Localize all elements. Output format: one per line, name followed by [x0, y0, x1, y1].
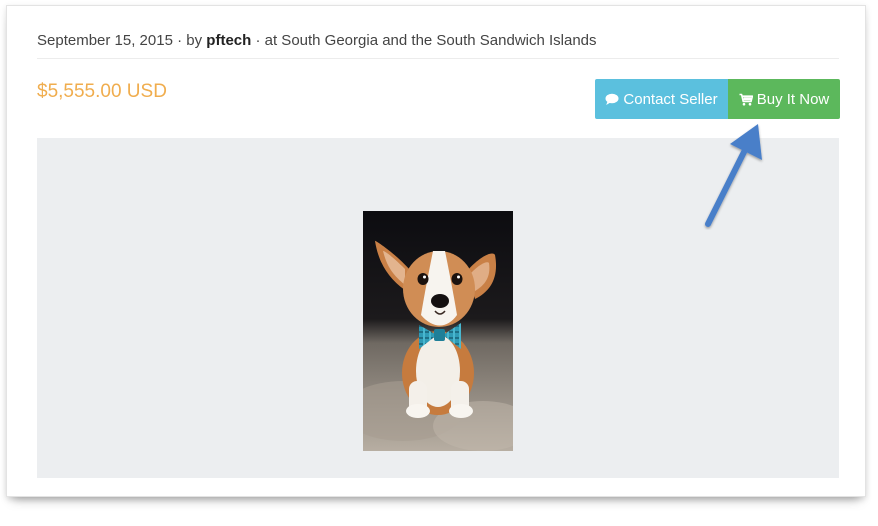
listing-meta: September 15, 2015 · by pftech · at Sout…	[37, 32, 597, 49]
buy-it-now-label: Buy It Now	[756, 90, 830, 108]
annotation-arrow-icon	[705, 124, 762, 227]
listing-date: September 15, 2015	[37, 32, 173, 49]
listing-actions: Contact Seller Buy It Now	[595, 79, 840, 119]
corgi-puppy-photo[interactable]	[363, 211, 513, 451]
screenshot-stage: September 15, 2015 · by pftech · at Sout…	[0, 0, 878, 526]
chat-bubble-icon	[605, 93, 619, 106]
listing-price: $5,555.00 USD	[37, 81, 167, 102]
listing-card: September 15, 2015 · by pftech · at Sout…	[6, 5, 866, 497]
by-label: · by	[177, 32, 203, 49]
listing-location: · at South Georgia and the South Sandwic…	[255, 32, 597, 49]
author-link[interactable]: pftech	[206, 32, 251, 49]
contact-seller-button[interactable]: Contact Seller	[595, 79, 728, 119]
buy-it-now-button[interactable]: Buy It Now	[728, 79, 840, 119]
header-divider	[37, 58, 839, 59]
contact-seller-label: Contact Seller	[623, 90, 718, 108]
cart-icon	[739, 93, 753, 106]
